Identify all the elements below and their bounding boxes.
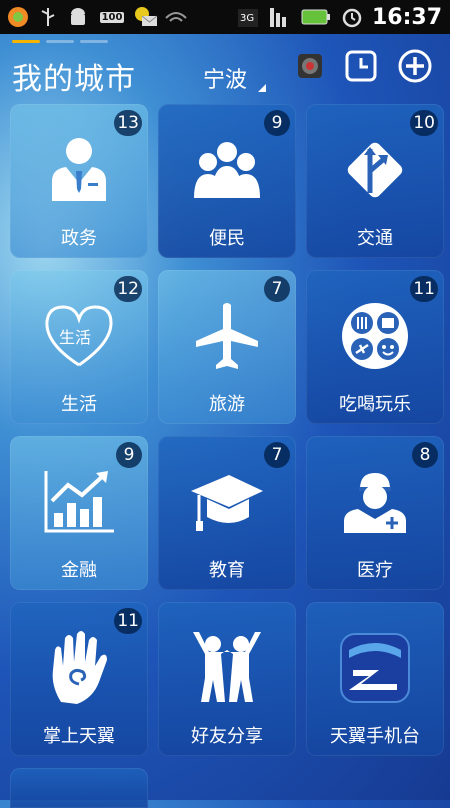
tile-medical[interactable]: 8 医疗	[306, 436, 444, 590]
tile-friend-share[interactable]: 好友分享	[158, 602, 296, 756]
alarm-icon	[340, 5, 364, 29]
city-selector[interactable]: 宁波	[203, 62, 247, 94]
palm-icon	[10, 626, 148, 710]
camera-button[interactable]	[292, 48, 328, 84]
chevron-down-icon[interactable]	[258, 84, 266, 92]
clock-time: 16:37	[371, 4, 442, 30]
tile-finance[interactable]: 9 金融	[10, 436, 148, 590]
tile-label: 生活	[61, 394, 97, 415]
tile-label: 好友分享	[191, 726, 263, 747]
signal-1x-icon	[268, 5, 292, 29]
tile-label: 医疗	[357, 560, 393, 581]
battery-icon	[300, 5, 332, 29]
doctor-icon	[306, 460, 444, 544]
chart-icon	[10, 460, 148, 544]
add-button[interactable]	[397, 48, 433, 84]
tile-travel[interactable]: 7 旅游	[158, 270, 296, 424]
tile-entertainment[interactable]: 11 吃喝玩乐	[306, 270, 444, 424]
wifi-icon	[164, 5, 188, 29]
tile-government[interactable]: 13 政务	[10, 104, 148, 258]
status-bar: 100 3G 16:37	[0, 0, 450, 34]
tile-partial[interactable]	[10, 768, 148, 808]
tile-label: 教育	[209, 560, 245, 581]
people-icon	[158, 128, 296, 212]
app-icon	[6, 5, 30, 29]
svg-text:3G: 3G	[240, 13, 254, 24]
header: 我的城市 宁波	[0, 34, 450, 97]
tile-convenience[interactable]: 9 便民	[158, 104, 296, 258]
tile-label: 吃喝玩乐	[339, 394, 411, 415]
graduation-cap-icon	[158, 460, 296, 544]
clock-icon	[345, 50, 377, 82]
battery-100-icon: 100	[99, 11, 125, 23]
entertainment-icon	[306, 294, 444, 378]
camera-icon	[298, 54, 322, 78]
tile-traffic[interactable]: 10 交通	[306, 104, 444, 258]
signal-3g-icon: 3G	[236, 5, 260, 29]
road-sign-icon	[306, 128, 444, 212]
svg-text:生活: 生活	[59, 328, 91, 347]
page-indicator	[12, 40, 108, 43]
tile-label: 便民	[209, 228, 245, 249]
friends-icon	[158, 626, 296, 710]
heart-life-icon: 生活	[10, 294, 148, 378]
add-icon	[398, 49, 432, 83]
tile-label: 金融	[61, 560, 97, 581]
clock-button[interactable]	[343, 48, 379, 84]
tile-tianyi-tv[interactable]: 天翼手机台	[306, 602, 444, 756]
android-icon	[66, 5, 90, 29]
tile-label: 掌上天翼	[43, 726, 115, 747]
tile-life[interactable]: 12 生活 生活	[10, 270, 148, 424]
mail-icon	[134, 5, 158, 29]
tile-label: 政务	[61, 228, 97, 249]
tile-palm-tianyi[interactable]: 11 掌上天翼	[10, 602, 148, 756]
page-title: 我的城市	[12, 62, 136, 97]
tile-label: 旅游	[209, 394, 245, 415]
tile-label: 交通	[357, 228, 393, 249]
tv-logo-icon	[306, 626, 444, 710]
official-icon	[10, 128, 148, 212]
tile-education[interactable]: 7 教育	[158, 436, 296, 590]
usb-icon	[36, 5, 60, 29]
airplane-icon	[158, 294, 296, 378]
tile-label: 天翼手机台	[330, 726, 420, 747]
